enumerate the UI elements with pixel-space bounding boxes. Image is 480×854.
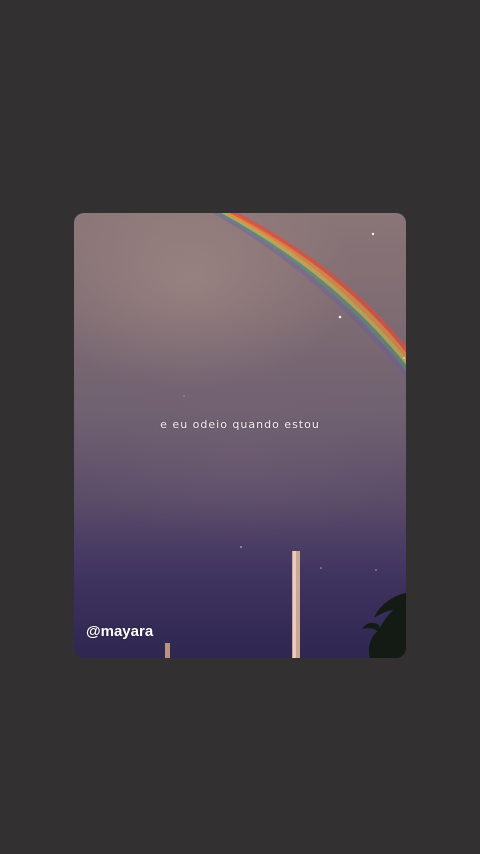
story-photo	[165, 213, 406, 658]
mention-handle[interactable]: @mayara	[86, 623, 153, 640]
story-card: e eu odeio quando estou @mayara	[74, 213, 406, 658]
rainbow	[212, 213, 406, 379]
palm-tree	[362, 593, 406, 658]
story-caption: e eu odeio quando estou	[160, 418, 320, 431]
